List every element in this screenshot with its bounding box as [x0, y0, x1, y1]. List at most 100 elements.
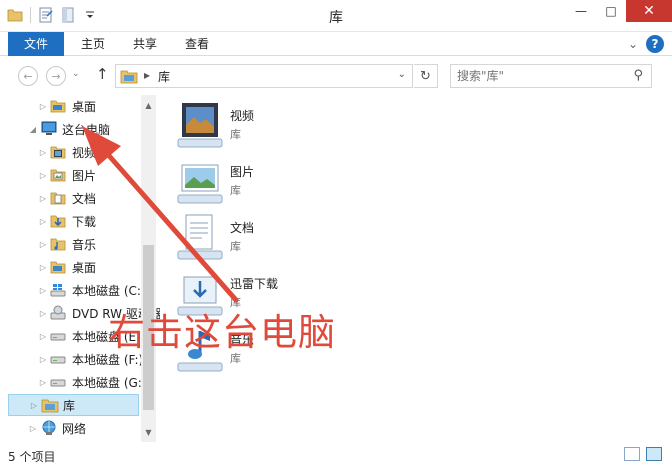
item-count: 5 个项目	[8, 450, 56, 464]
sidebar-item-label: 这台电脑	[62, 122, 111, 137]
sidebar-item-label: 桌面	[72, 99, 97, 114]
drive-icon	[50, 328, 68, 344]
tab-file[interactable]: 文件	[8, 32, 64, 56]
expand-arrow-icon[interactable]: ▷	[38, 217, 48, 226]
expand-arrow-icon[interactable]: ▷	[38, 194, 48, 203]
library-icon	[41, 397, 59, 413]
computer-icon	[40, 121, 58, 137]
library-name: 迅雷下载	[230, 277, 279, 291]
sidebar-item-label: 本地磁盘 (G:)	[72, 375, 147, 390]
sidebar-item-music[interactable]: ▷ 音乐	[38, 233, 178, 255]
pictures-library-icon	[176, 157, 224, 205]
library-type: 库	[230, 352, 241, 365]
network-icon	[40, 420, 58, 436]
search-input[interactable]	[457, 68, 627, 84]
dvd-drive-icon	[50, 305, 68, 321]
maximize-button[interactable]: □	[596, 0, 626, 22]
sidebar-item-drive-g[interactable]: ▷ 本地磁盘 (G:)	[38, 371, 178, 393]
help-icon[interactable]: ?	[646, 35, 664, 53]
search-icon[interactable]: ⚲	[633, 68, 643, 83]
address-bar[interactable]: ▸ 库 ⌄	[115, 64, 413, 88]
library-name: 图片	[230, 165, 255, 179]
expand-arrow-icon[interactable]: ▷	[38, 286, 48, 295]
sidebar-item-drive-e[interactable]: ▷ 本地磁盘 (E:)	[38, 325, 178, 347]
navigation-pane: ▷ 桌面 ◢ 这台电脑 ▷ 视频 ▷ 图片 ▷ 文档 ▷ 下载 ▷ 音乐 ▷ 桌…	[0, 95, 162, 442]
sidebar-item-videos[interactable]: ▷ 视频	[38, 141, 178, 163]
desktop-folder-icon	[50, 98, 68, 114]
music-folder-icon	[50, 236, 68, 252]
sidebar-item-label: 图片	[72, 168, 97, 183]
tab-home[interactable]: 主页	[70, 32, 116, 56]
tab-share[interactable]: 共享	[122, 32, 168, 56]
close-button[interactable]: ✕	[626, 0, 672, 22]
library-item-pictures[interactable]: 图片 库	[176, 155, 396, 207]
recent-locations-icon[interactable]: ⌄	[72, 69, 80, 79]
scroll-down-icon[interactable]: ▼	[141, 424, 156, 440]
sidebar-item-desktop-2[interactable]: ▷ 桌面	[38, 256, 178, 278]
music-library-icon	[176, 325, 224, 373]
sidebar-item-drive-c[interactable]: ▷ 本地磁盘 (C:)	[38, 279, 178, 301]
library-item-music[interactable]: 音乐 库	[176, 323, 396, 375]
sidebar-item-pictures[interactable]: ▷ 图片	[38, 164, 178, 186]
library-name: 文档	[230, 221, 255, 235]
video-library-icon	[176, 101, 224, 149]
sidebar-item-downloads[interactable]: ▷ 下载	[38, 210, 178, 232]
scrollbar-thumb[interactable]	[143, 245, 154, 410]
title-bar: 库 — □ ✕	[0, 0, 672, 32]
library-item-documents[interactable]: 文档 库	[176, 211, 396, 263]
library-item-thunder-downloads[interactable]: 迅雷下载 库	[176, 267, 396, 319]
collapse-arrow-icon[interactable]: ◢	[28, 125, 38, 134]
content-pane: 视频 库 图片 库 文档 库 迅雷下载 库 音乐 库	[160, 95, 672, 442]
sidebar-item-documents[interactable]: ▷ 文档	[38, 187, 178, 209]
ribbon-controls: ⌄ ?	[628, 35, 664, 53]
ribbon-tabs: 文件 主页 共享 查看 ⌄ ?	[0, 32, 672, 56]
library-item-videos[interactable]: 视频 库	[176, 99, 396, 151]
refresh-button[interactable]: ↻	[414, 64, 438, 88]
nav-scrollbar[interactable]: ▲ ▼	[141, 95, 156, 442]
view-switcher	[624, 447, 662, 461]
back-button[interactable]: ←	[18, 66, 38, 86]
library-type: 库	[230, 240, 241, 253]
drive-icon	[50, 374, 68, 390]
sidebar-item-label: 网络	[62, 421, 87, 436]
expand-arrow-icon[interactable]: ▷	[38, 263, 48, 272]
library-type: 库	[230, 296, 241, 309]
expand-arrow-icon[interactable]: ▷	[38, 355, 48, 364]
details-view-icon[interactable]	[624, 447, 640, 461]
sidebar-item-dvd-drive[interactable]: ▷ DVD RW 驱动器	[38, 302, 178, 324]
scroll-up-icon[interactable]: ▲	[141, 97, 156, 113]
downloads-folder-icon	[50, 213, 68, 229]
address-dropdown-icon[interactable]: ⌄	[398, 69, 406, 80]
expand-arrow-icon[interactable]: ▷	[38, 102, 48, 111]
forward-button[interactable]: →	[46, 66, 66, 86]
expand-arrow-icon[interactable]: ▷	[29, 401, 39, 410]
expand-arrow-icon[interactable]: ▷	[38, 378, 48, 387]
drive-icon	[50, 351, 68, 367]
sidebar-item-label: 视频	[72, 145, 97, 160]
expand-arrow-icon[interactable]: ▷	[38, 148, 48, 157]
windows-drive-icon	[50, 282, 68, 298]
expand-arrow-icon[interactable]: ▷	[38, 309, 48, 318]
video-folder-icon	[50, 144, 68, 160]
documents-library-icon	[176, 213, 224, 261]
minimize-button[interactable]: —	[566, 0, 596, 22]
pictures-folder-icon	[50, 167, 68, 183]
library-type: 库	[230, 184, 241, 197]
expand-arrow-icon[interactable]: ▷	[38, 332, 48, 341]
library-name: 音乐	[230, 333, 255, 347]
sidebar-item-drive-f[interactable]: ▷ 本地磁盘 (F:)	[38, 348, 178, 370]
expand-arrow-icon[interactable]: ▷	[28, 424, 38, 433]
expand-arrow-icon[interactable]: ▷	[38, 171, 48, 180]
sidebar-item-libraries[interactable]: ▷ 库	[8, 394, 139, 416]
library-icon	[120, 68, 138, 87]
breadcrumb-separator-icon: ▸	[144, 68, 151, 82]
up-button[interactable]: ↑	[96, 65, 109, 83]
library-name: 视频	[230, 109, 255, 123]
search-box[interactable]: ⚲	[450, 64, 652, 88]
large-icons-view-icon[interactable]	[646, 447, 662, 461]
tab-view[interactable]: 查看	[174, 32, 220, 56]
expand-arrow-icon[interactable]: ▷	[38, 240, 48, 249]
breadcrumb[interactable]: 库	[158, 68, 170, 85]
expand-ribbon-icon[interactable]: ⌄	[628, 37, 638, 51]
sidebar-item-desktop[interactable]: ▷ 桌面	[38, 95, 178, 117]
